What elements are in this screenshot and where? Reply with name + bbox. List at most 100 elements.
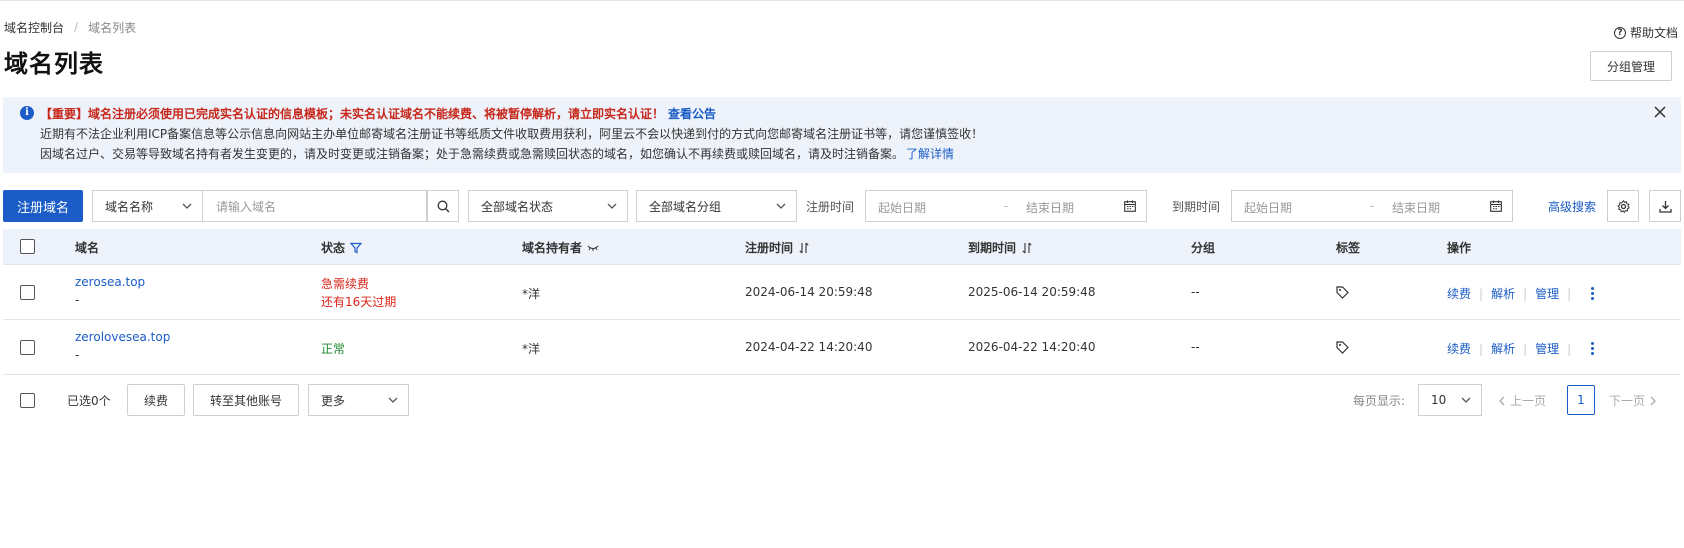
tag-icon[interactable] xyxy=(1336,341,1349,354)
reg-time-label: 注册时间 xyxy=(806,199,855,214)
reg-end-date[interactable]: 结束日期 xyxy=(1026,199,1074,216)
header-ops: 操作 xyxy=(1447,239,1471,256)
resolve-link[interactable]: 解析 xyxy=(1491,340,1515,357)
notice-banner: i 【重要】域名注册必须使用已完成实名认证的信息模板；未实名认证域名不能续费、将… xyxy=(3,97,1681,173)
transfer-account-button[interactable]: 转至其他账号 xyxy=(193,384,299,416)
filter-icon[interactable] xyxy=(350,242,363,254)
select-all-footer-checkbox[interactable] xyxy=(20,393,35,408)
sort-icon[interactable] xyxy=(1021,242,1033,254)
prev-page-button[interactable]: 上一页 xyxy=(1498,392,1546,409)
table-row: zerolovesea.top - 正常 *洋 2024-04-22 14:20… xyxy=(3,320,1681,375)
header-domain: 域名 xyxy=(75,239,99,256)
export-button[interactable] xyxy=(1649,190,1681,222)
learn-more-link[interactable]: 了解详情 xyxy=(906,147,954,161)
status-detail: 还有16天过期 xyxy=(321,295,397,309)
eye-off-icon[interactable] xyxy=(587,244,599,252)
advanced-search-link[interactable]: 高级搜索 xyxy=(1548,190,1596,222)
settings-button[interactable] xyxy=(1607,190,1639,222)
chevron-down-icon xyxy=(182,203,192,209)
ops-separator: | xyxy=(1567,286,1572,301)
help-docs-link[interactable]: ? 帮助文档 xyxy=(1613,24,1678,41)
exp-date-range-picker[interactable]: 起始日期 - 结束日期 xyxy=(1231,190,1513,222)
header-reg-time-label: 注册时间 xyxy=(745,241,794,255)
header-group: 分组 xyxy=(1191,239,1215,256)
register-domain-button[interactable]: 注册域名 xyxy=(3,190,83,222)
breadcrumb: 域名控制台 / 域名列表 xyxy=(4,18,136,36)
manage-link[interactable]: 管理 xyxy=(1535,340,1559,357)
gear-icon xyxy=(1616,199,1630,213)
manage-link[interactable]: 管理 xyxy=(1535,285,1559,302)
tag-icon[interactable] xyxy=(1336,286,1349,299)
view-announcement-link[interactable]: 查看公告 xyxy=(668,107,716,121)
notice-line-1: 【重要】域名注册必须使用已完成实名认证的信息模板；未实名认证域名不能续费、将被暂… xyxy=(40,105,716,122)
domain-table: 域名 状态 域名持有者 注册时间 到期时间 分组 标签 操作 zerosea.t… xyxy=(3,229,1681,375)
notice-important-text: 【重要】域名注册必须使用已完成实名认证的信息模板；未实名认证域名不能续费、将被暂… xyxy=(40,107,665,121)
reg-start-date[interactable]: 起始日期 xyxy=(878,199,926,216)
next-page-label: 下一页 xyxy=(1609,394,1646,408)
chevron-down-icon xyxy=(388,397,398,403)
domain-link[interactable]: zerosea.top xyxy=(75,275,145,289)
search-button[interactable] xyxy=(427,190,459,222)
search-field-select[interactable]: 域名名称 xyxy=(92,190,203,222)
notice-line-3: 因域名过户、交易等导致域名持有者发生变更的，请及时变更或注销备案；处于急需续费或… xyxy=(40,145,954,162)
help-icon: ? xyxy=(1613,26,1626,39)
domain-group-select[interactable]: 全部域名分组 xyxy=(636,190,797,222)
filter-toolbar: 注册域名 域名名称 请输入域名 全部域名状态 全部域名分组 注册时间 起始日期 … xyxy=(3,190,1681,222)
row-checkbox[interactable] xyxy=(20,285,35,300)
ops-separator: | xyxy=(1479,286,1484,301)
notice-line-2: 近期有不法企业利用ICP备案信息等公示信息向网站主办单位邮寄域名注册证书等纸质文… xyxy=(40,127,984,141)
status-badge: 正常 xyxy=(321,342,346,356)
page-size-value: 10 xyxy=(1431,393,1447,407)
range-separator: - xyxy=(1004,199,1009,213)
breadcrumb-item-console[interactable]: 域名控制台 xyxy=(4,19,64,36)
chevron-down-icon xyxy=(607,203,617,209)
renew-link[interactable]: 续费 xyxy=(1447,340,1471,357)
header-exp-time: 到期时间 xyxy=(968,239,1033,256)
sort-icon[interactable] xyxy=(798,242,810,254)
page-size-label: 每页显示: xyxy=(1353,394,1406,408)
renew-link[interactable]: 续费 xyxy=(1447,285,1471,302)
page-1-button[interactable]: 1 xyxy=(1567,385,1595,415)
breadcrumb-separator: / xyxy=(74,20,79,34)
batch-renew-button[interactable]: 续费 xyxy=(127,384,185,416)
header-tag-label: 标签 xyxy=(1336,241,1361,255)
notice-line-3-text: 因域名过户、交易等导致域名持有者发生变更的，请及时变更或注销备案；处于急需续费或… xyxy=(40,147,905,161)
reg-date-range-picker[interactable]: 起始日期 - 结束日期 xyxy=(865,190,1147,222)
more-actions-icon[interactable] xyxy=(1589,287,1595,300)
resolve-link[interactable]: 解析 xyxy=(1491,285,1515,302)
calendar-icon xyxy=(1124,200,1136,212)
owner-cell: *洋 xyxy=(522,287,541,301)
group-management-button[interactable]: 分组管理 xyxy=(1590,51,1672,81)
range-separator: - xyxy=(1370,199,1375,213)
more-actions-icon[interactable] xyxy=(1589,342,1595,355)
domain-link[interactable]: zerolovesea.top xyxy=(75,330,170,344)
ops-separator: | xyxy=(1523,341,1528,356)
selected-count: 已选0个 xyxy=(67,394,111,408)
header-ops-label: 操作 xyxy=(1447,241,1472,255)
more-batch-select[interactable]: 更多 xyxy=(308,384,409,416)
group-cell: -- xyxy=(1191,340,1200,354)
owner-cell: *洋 xyxy=(522,342,541,356)
top-divider xyxy=(0,0,1684,1)
domain-status-select[interactable]: 全部域名状态 xyxy=(468,190,628,222)
page-title: 域名列表 xyxy=(4,50,104,78)
next-page-button[interactable]: 下一页 xyxy=(1609,392,1657,409)
help-docs-label: 帮助文档 xyxy=(1629,26,1678,40)
exp-end-date[interactable]: 结束日期 xyxy=(1392,199,1440,216)
header-owner: 域名持有者 xyxy=(522,239,599,256)
chevron-down-icon xyxy=(1461,397,1471,403)
select-all-checkbox[interactable] xyxy=(20,239,35,254)
download-icon xyxy=(1658,200,1672,213)
row-actions: 续费 | 解析 | 管理 | xyxy=(1447,340,1595,357)
page-size-select[interactable]: 10 xyxy=(1418,384,1482,416)
exp-start-date[interactable]: 起始日期 xyxy=(1244,199,1292,216)
domain-sub: - xyxy=(75,348,80,362)
header-status-label: 状态 xyxy=(321,241,346,255)
header-domain-label: 域名 xyxy=(75,241,100,255)
close-icon[interactable] xyxy=(1653,105,1667,119)
row-checkbox[interactable] xyxy=(20,340,35,355)
ops-separator: | xyxy=(1479,341,1484,356)
status-badge: 急需续费 xyxy=(321,277,370,291)
domain-group-select-value: 全部域名分组 xyxy=(649,199,722,214)
domain-search-input[interactable]: 请输入域名 xyxy=(203,190,427,222)
